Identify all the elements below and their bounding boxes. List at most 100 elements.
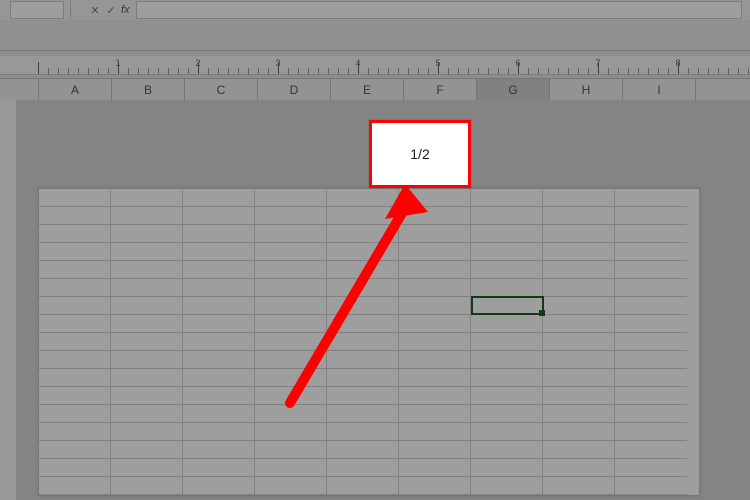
cell[interactable] xyxy=(615,423,687,441)
cell[interactable] xyxy=(183,333,255,351)
selected-cell[interactable] xyxy=(471,296,544,315)
formula-input[interactable] xyxy=(136,1,742,19)
cell[interactable] xyxy=(399,279,471,297)
cell[interactable] xyxy=(183,279,255,297)
cell[interactable] xyxy=(255,225,327,243)
cell[interactable] xyxy=(327,477,399,495)
cell[interactable] xyxy=(111,279,183,297)
cell[interactable] xyxy=(543,225,615,243)
cell[interactable] xyxy=(111,423,183,441)
cell[interactable] xyxy=(111,351,183,369)
cell[interactable] xyxy=(183,297,255,315)
cell[interactable] xyxy=(327,351,399,369)
cell[interactable] xyxy=(183,261,255,279)
cell[interactable] xyxy=(39,279,111,297)
cell[interactable] xyxy=(39,243,111,261)
cell[interactable] xyxy=(111,315,183,333)
cell[interactable] xyxy=(615,243,687,261)
cell[interactable] xyxy=(327,207,399,225)
cell[interactable] xyxy=(399,333,471,351)
name-box[interactable] xyxy=(10,1,64,19)
cell[interactable] xyxy=(471,369,543,387)
cell[interactable] xyxy=(471,459,543,477)
cell[interactable] xyxy=(255,351,327,369)
cell[interactable] xyxy=(399,369,471,387)
column-header-E[interactable]: E xyxy=(331,79,404,101)
cell[interactable] xyxy=(543,405,615,423)
cell[interactable] xyxy=(327,261,399,279)
cell[interactable] xyxy=(471,351,543,369)
cell[interactable] xyxy=(183,207,255,225)
cell[interactable] xyxy=(327,441,399,459)
cell[interactable] xyxy=(183,315,255,333)
cell[interactable] xyxy=(183,477,255,495)
cell[interactable] xyxy=(543,333,615,351)
column-header-D[interactable]: D xyxy=(258,79,331,101)
cell[interactable] xyxy=(327,423,399,441)
cell[interactable] xyxy=(327,279,399,297)
cell[interactable] xyxy=(615,387,687,405)
cell[interactable] xyxy=(111,441,183,459)
cell[interactable] xyxy=(543,189,615,207)
cell[interactable] xyxy=(615,333,687,351)
column-header-A[interactable]: A xyxy=(39,79,112,101)
cell[interactable] xyxy=(615,297,687,315)
cell[interactable] xyxy=(615,315,687,333)
cancel-icon[interactable]: ✕ xyxy=(87,2,103,18)
cell[interactable] xyxy=(39,189,111,207)
cell[interactable] xyxy=(39,405,111,423)
cell[interactable] xyxy=(615,405,687,423)
cell[interactable] xyxy=(111,225,183,243)
cell[interactable] xyxy=(255,387,327,405)
cell[interactable] xyxy=(183,405,255,423)
column-header-C[interactable]: C xyxy=(185,79,258,101)
cell[interactable] xyxy=(111,297,183,315)
cell[interactable] xyxy=(471,261,543,279)
cell[interactable] xyxy=(543,243,615,261)
cell[interactable] xyxy=(255,477,327,495)
cell[interactable] xyxy=(399,459,471,477)
cell[interactable] xyxy=(471,207,543,225)
cell[interactable] xyxy=(399,351,471,369)
cell[interactable] xyxy=(183,369,255,387)
cell[interactable] xyxy=(183,459,255,477)
cell[interactable] xyxy=(39,441,111,459)
cell[interactable] xyxy=(39,225,111,243)
cell[interactable] xyxy=(399,315,471,333)
cell[interactable] xyxy=(183,243,255,261)
vertical-ruler[interactable] xyxy=(0,100,17,500)
cell[interactable] xyxy=(543,297,615,315)
cell[interactable] xyxy=(111,333,183,351)
cell[interactable] xyxy=(399,423,471,441)
cell[interactable] xyxy=(255,459,327,477)
cell[interactable] xyxy=(615,189,687,207)
cell[interactable] xyxy=(255,261,327,279)
cell[interactable] xyxy=(615,477,687,495)
cell[interactable] xyxy=(183,387,255,405)
cell[interactable] xyxy=(399,477,471,495)
cell[interactable] xyxy=(543,423,615,441)
cell[interactable] xyxy=(471,225,543,243)
cell[interactable] xyxy=(39,351,111,369)
cell[interactable] xyxy=(471,405,543,423)
cell[interactable] xyxy=(255,243,327,261)
cell[interactable] xyxy=(543,459,615,477)
cell[interactable] xyxy=(183,351,255,369)
cell[interactable] xyxy=(543,477,615,495)
cell[interactable] xyxy=(327,333,399,351)
cell[interactable] xyxy=(471,441,543,459)
column-header-B[interactable]: B xyxy=(112,79,185,101)
column-header-F[interactable]: F xyxy=(404,79,477,101)
cell[interactable] xyxy=(543,351,615,369)
select-all-corner[interactable] xyxy=(0,79,39,101)
cell[interactable] xyxy=(39,207,111,225)
cell[interactable] xyxy=(111,459,183,477)
cell[interactable] xyxy=(399,441,471,459)
cell[interactable] xyxy=(39,477,111,495)
cell[interactable] xyxy=(615,369,687,387)
cell[interactable] xyxy=(615,351,687,369)
cell[interactable] xyxy=(39,333,111,351)
cell[interactable] xyxy=(615,441,687,459)
horizontal-ruler[interactable]: 1 2 3 4 5 6 7 8 xyxy=(0,56,750,75)
cell[interactable] xyxy=(615,279,687,297)
